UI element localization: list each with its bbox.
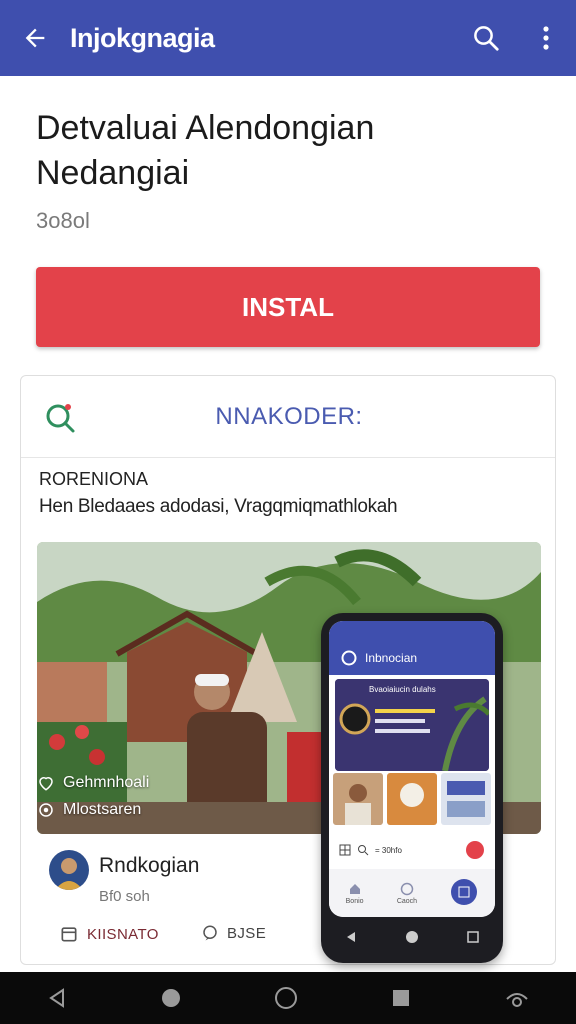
square-recent-icon[interactable]	[390, 987, 412, 1009]
accessibility-icon[interactable]	[504, 987, 530, 1009]
back-triangle-icon	[347, 932, 355, 942]
phone-toolbar-row: = 30hfo	[333, 835, 491, 865]
triangle-back-icon[interactable]	[46, 987, 68, 1009]
phone-app-title: Inbnocian	[365, 651, 418, 665]
grid-icon	[339, 844, 351, 856]
overlay-line1-text: Gehmnhoali	[63, 774, 150, 791]
phone-nav2-label: Caoch	[396, 897, 418, 905]
search-button[interactable]	[456, 0, 516, 76]
search-icon	[358, 845, 369, 856]
card-header: NNAKODER:	[21, 376, 555, 458]
location-icon	[39, 803, 53, 817]
app-subtitle: 3o8ol	[36, 208, 90, 233]
search-icon[interactable]	[41, 398, 81, 438]
fab-icon	[451, 879, 478, 905]
phone-row-text: = 30hfo	[375, 845, 402, 855]
phone-nav-explore[interactable]: Caoch	[397, 882, 417, 905]
app-logo-icon	[341, 650, 357, 666]
comment-icon	[203, 925, 217, 941]
more-vertical-icon	[543, 26, 549, 50]
app-bar: Injokgnagia	[0, 0, 576, 76]
card-description: Hen Bledaaes adodasi, Vragqmiqmathlokah	[39, 496, 398, 517]
app-title-line2: Nedangiai	[36, 154, 190, 192]
author-name: Rndkogian	[99, 854, 200, 877]
app-title-line1: Detvaluai Alendongian	[36, 109, 375, 147]
action-save-label: KIISNATO	[87, 925, 159, 943]
circle-home-icon[interactable]	[274, 986, 298, 1010]
calendar-icon	[61, 927, 77, 942]
phone-nav-home[interactable]: Bonio	[346, 882, 364, 905]
phone-app-bar: Inbnocian	[329, 641, 495, 675]
phone-screen: Inbnocian Bvaoiaiucin dulahs = 30hfo Bon…	[329, 621, 495, 917]
phone-nav1-label: Bonio	[345, 897, 364, 905]
phone-banner-title: Bvaoiaiucin dulahs	[369, 685, 436, 694]
home-icon	[349, 883, 360, 894]
section-label: RORENIONA	[39, 469, 149, 489]
heart-icon	[39, 777, 53, 791]
phone-mockup: Inbnocian Bvaoiaiucin dulahs = 30hfo Bon…	[321, 613, 503, 963]
phone-bottom-nav: Bonio Caoch	[329, 869, 495, 917]
avatar	[49, 850, 89, 890]
action-comment[interactable]: BJSE	[201, 924, 266, 942]
arrow-left-icon	[25, 28, 45, 48]
overflow-menu-button[interactable]	[516, 0, 576, 76]
recent-square-icon	[467, 931, 479, 943]
phone-thumb-1[interactable]	[333, 773, 383, 825]
overlay-likes: Gehmnhoali	[37, 774, 149, 792]
author-row[interactable]: Rndkogian	[49, 850, 199, 890]
install-button[interactable]: INSTAL	[36, 267, 540, 347]
phone-thumbnails	[333, 773, 491, 833]
phone-thumb-3[interactable]	[441, 773, 491, 825]
author-meta: Bf0 soh	[99, 888, 150, 905]
phone-system-nav	[321, 917, 503, 957]
app-title: Detvaluai Alendongian Nedangiai	[36, 106, 536, 196]
phone-banner: Bvaoiaiucin dulahs	[335, 679, 489, 771]
action-save[interactable]: KIISNATO	[59, 924, 159, 944]
overlay-location: Mlostsaren	[37, 801, 141, 819]
search-icon	[474, 26, 499, 51]
home-circle-icon	[406, 931, 418, 943]
system-nav-bar	[0, 972, 576, 1024]
heart-fab-icon[interactable]	[465, 840, 485, 860]
app-bar-title: Injokgnagia	[70, 22, 215, 53]
phone-nav-fab[interactable]	[450, 878, 478, 908]
compass-icon	[400, 882, 414, 895]
phone-thumb-2[interactable]	[387, 773, 437, 825]
overlay-line2-text: Mlostsaren	[63, 801, 142, 818]
action-comment-label: BJSE	[227, 924, 267, 942]
phone-status-bar	[329, 621, 495, 641]
card-title: NNAKODER:	[215, 402, 363, 430]
circle-dot-icon[interactable]	[160, 987, 182, 1009]
back-button[interactable]	[0, 0, 70, 76]
